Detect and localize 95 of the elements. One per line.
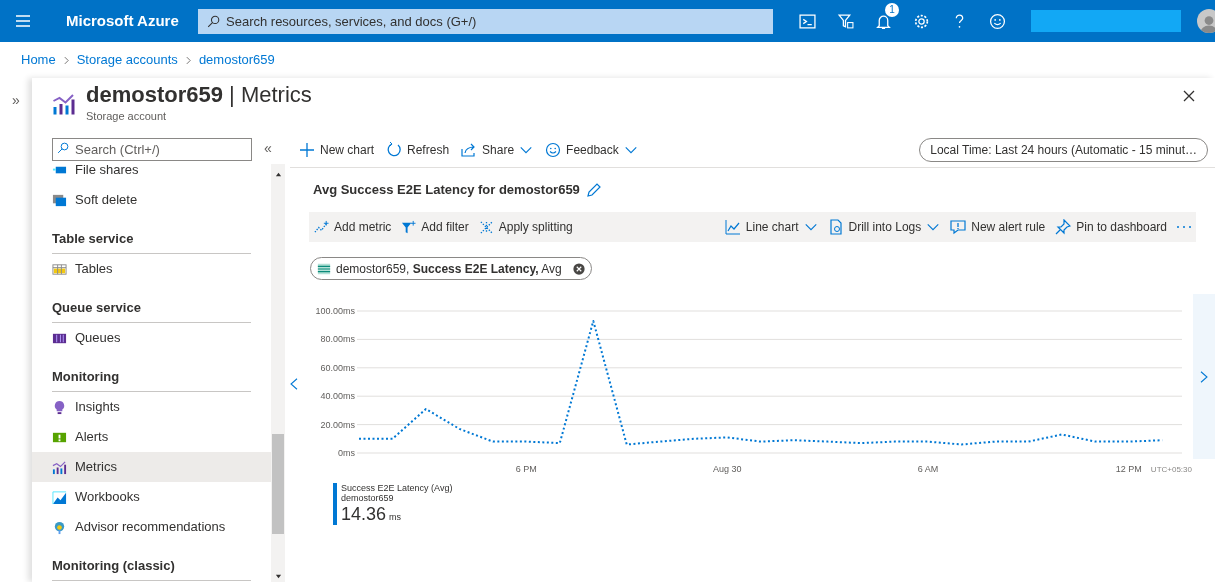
breadcrumb-link[interactable]: demostor659 xyxy=(198,50,275,70)
remove-button[interactable] xyxy=(572,262,585,275)
search-icon xyxy=(57,141,69,154)
scrollbar[interactable] xyxy=(271,164,285,582)
chart-title: Avg Success E2E Latency for demostor659 xyxy=(313,181,580,200)
toolbar-button[interactable]: New alert rule xyxy=(950,218,1046,236)
breadcrumb-link[interactable]: Storage accounts xyxy=(76,50,178,70)
section-header: Monitoring (classic) xyxy=(52,556,175,575)
alert-icon xyxy=(950,219,967,235)
sidebar-item[interactable]: File shares xyxy=(32,164,271,185)
add-metric-icon xyxy=(314,219,329,235)
table-icon xyxy=(52,261,67,277)
x-tick-label: 12 PM xyxy=(1115,464,1142,474)
person-icon xyxy=(1199,13,1215,33)
timezone-label: UTC+05:30 xyxy=(1150,465,1192,474)
storage-icon xyxy=(317,261,331,276)
collapse-button[interactable]: « xyxy=(264,141,272,155)
metric-label: demostor659, Success E2E Latency, Avg xyxy=(336,260,562,278)
y-tick-label: 40.00ms xyxy=(320,391,355,402)
line-chart-icon xyxy=(724,219,741,235)
sidebar-item[interactable]: Workbooks xyxy=(32,482,271,512)
sidebar-item[interactable]: Alerts xyxy=(32,422,271,452)
metrics-icon xyxy=(52,459,67,475)
toolbar-button[interactable]: Add filter xyxy=(401,218,469,236)
settings-icon xyxy=(912,12,930,30)
x-tick-label: Aug 30 xyxy=(712,464,742,474)
x-tick-label: 6 AM xyxy=(917,464,939,474)
avatar[interactable] xyxy=(1197,9,1215,33)
previous-button[interactable] xyxy=(288,375,300,393)
advisor-icon xyxy=(52,519,67,535)
smiley-icon xyxy=(988,12,1006,30)
filter-icon xyxy=(401,219,417,235)
plus-icon xyxy=(299,141,315,158)
smiley-icon xyxy=(545,141,562,158)
legend-value: 14.36 xyxy=(341,503,387,525)
legend-color-bar xyxy=(333,483,337,525)
toolbar-button[interactable]: Line chart xyxy=(724,218,818,236)
close-button[interactable] xyxy=(1181,88,1197,104)
close-icon xyxy=(572,262,585,275)
toolbar-button[interactable]: Add metric xyxy=(314,218,392,236)
chevron-right-icon xyxy=(61,55,71,65)
y-tick-label: 80.00ms xyxy=(320,334,355,345)
search-field[interactable]: Search (Ctrl+/) xyxy=(52,137,252,161)
page-title: demostor659 | Metrics xyxy=(86,81,312,109)
search-field[interactable]: Search resources, services, and docs (G+/) xyxy=(198,8,773,34)
toolbar-button[interactable]: Apply splitting xyxy=(478,218,573,236)
legend-metric: Success E2E Latency (Avg) xyxy=(341,483,453,493)
y-tick-label: 0ms xyxy=(338,448,355,458)
notification-badge: 1 xyxy=(885,3,899,17)
toolbar-button[interactable]: Pin to dashboard xyxy=(1055,218,1167,236)
y-tick-label: 60.00ms xyxy=(320,362,355,373)
filter-icon xyxy=(836,12,854,30)
search-icon xyxy=(207,14,220,28)
toolbar-button[interactable]: New chart xyxy=(299,140,375,159)
sidebar-item[interactable]: Advisor recommendations xyxy=(32,512,271,542)
expand-button[interactable]: » xyxy=(12,92,20,108)
sidebar-item[interactable]: Tables xyxy=(32,254,271,284)
toolbar-button[interactable]: Feedback xyxy=(545,140,638,159)
toolbar-button[interactable]: Refresh xyxy=(386,140,450,159)
metrics-icon xyxy=(52,92,76,116)
document-icon xyxy=(827,219,844,235)
brand-title[interactable]: Microsoft Azure xyxy=(66,9,196,33)
y-tick-label: 20.00ms xyxy=(320,419,355,430)
section-header: Monitoring xyxy=(52,367,120,386)
section-header: Table service xyxy=(52,229,134,248)
y-tick-label: 100.00ms xyxy=(315,306,355,316)
sidebar-item[interactable]: Insights xyxy=(32,392,271,422)
sidebar-item[interactable]: Metrics xyxy=(32,452,271,482)
page-subtitle: Storage account xyxy=(86,110,168,122)
legend-resource: demostor659 xyxy=(341,493,395,503)
pin-icon xyxy=(1055,219,1072,235)
toolbar-button[interactable]: Share xyxy=(461,140,534,159)
terminal-icon xyxy=(798,12,816,30)
chevron-left-icon xyxy=(288,375,300,393)
toolbar-button[interactable]: Drill into Logs xyxy=(827,218,941,236)
x-tick-label: 6 PM xyxy=(515,464,537,474)
scroll-up-icon xyxy=(274,171,282,178)
refresh-icon xyxy=(386,141,403,158)
share-icon xyxy=(461,141,478,158)
lightbulb-icon xyxy=(52,399,67,415)
sidebar-item[interactable]: Soft delete xyxy=(32,185,271,215)
edit-button[interactable] xyxy=(585,182,602,198)
chevron-right-icon xyxy=(183,55,193,65)
menu-icon xyxy=(15,13,31,29)
workbook-icon xyxy=(52,489,67,505)
split-icon xyxy=(478,219,494,235)
close-icon xyxy=(1181,88,1197,104)
legend-unit: ms xyxy=(389,511,402,524)
pencil-icon xyxy=(585,182,602,198)
breadcrumb-link[interactable]: Home xyxy=(21,50,56,70)
sidebar-item[interactable]: Queues xyxy=(32,323,271,353)
soft-delete-icon xyxy=(52,192,67,208)
scroll-down-icon xyxy=(274,573,282,580)
scrollbar-thumb[interactable] xyxy=(272,434,284,534)
section-header: Queue service xyxy=(52,298,141,317)
